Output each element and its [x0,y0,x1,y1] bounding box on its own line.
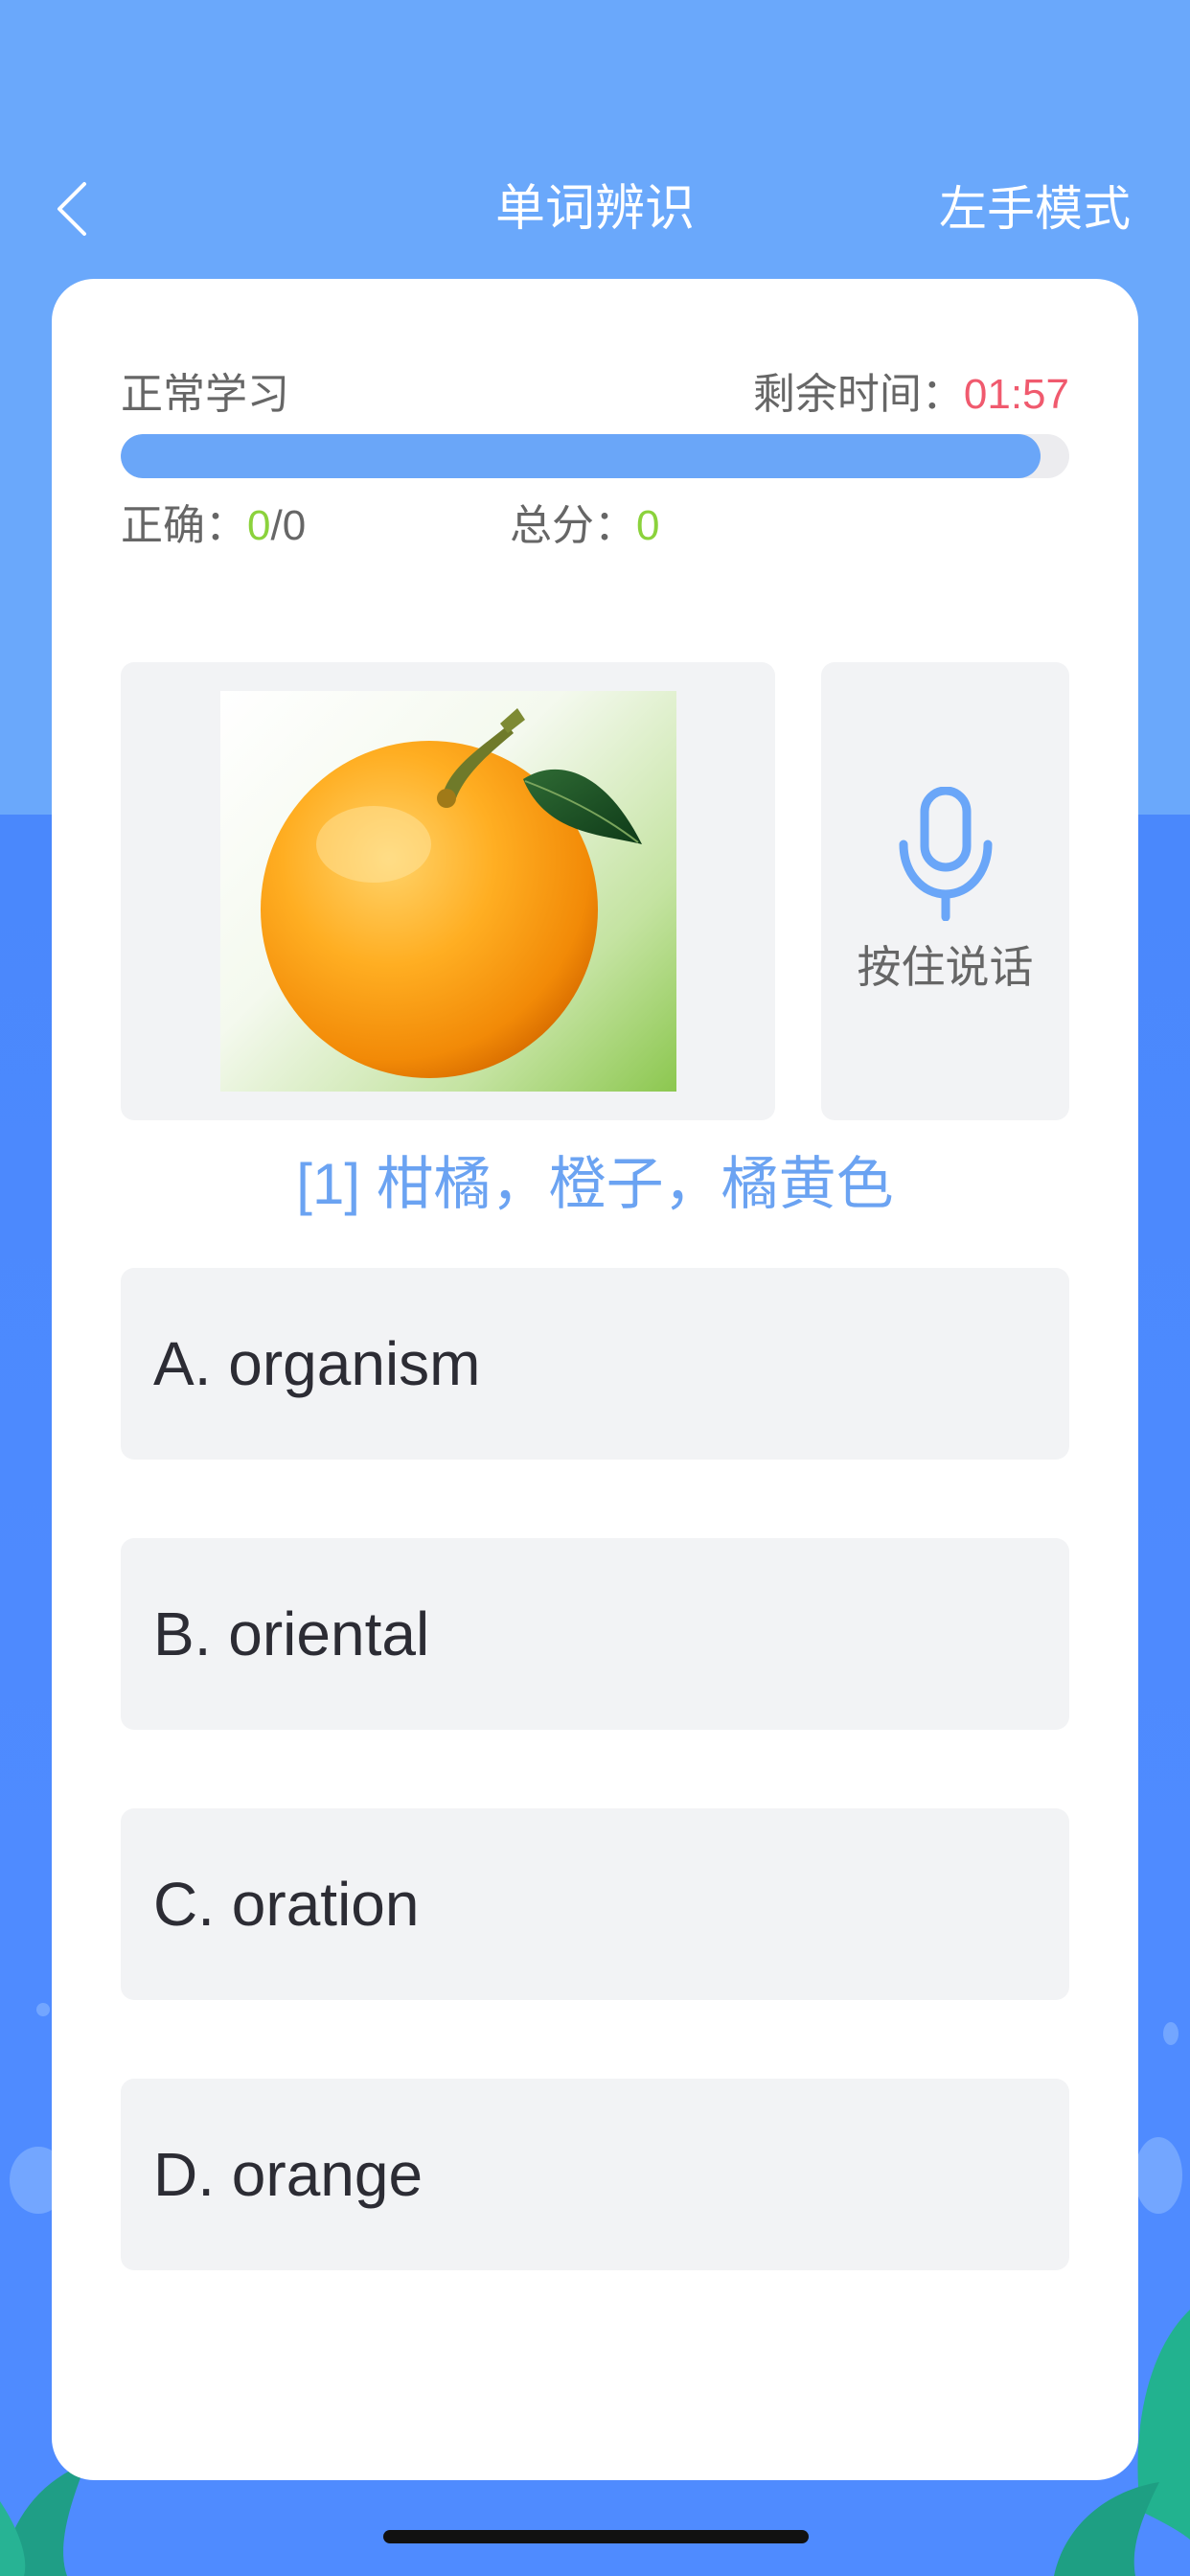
word-meaning: [1] 柑橘，橙子，橘黄色 [296,1152,894,1216]
correct-total: /0 [270,502,307,549]
microphone-icon [899,787,993,921]
option-label: C. oration [153,1870,420,1939]
study-mode-label: 正常学习 [121,371,289,418]
option-label: B. oriental [153,1599,430,1668]
correct-count: 0 [247,502,271,549]
option-label: A. organism [153,1329,481,1398]
correct-count-stat: 正确：0/0 [121,499,306,553]
correct-label: 正确： [121,502,247,549]
left-hand-mode-button[interactable]: 左手模式 [939,180,1131,238]
option-d[interactable]: D. orange [121,2079,1069,2270]
orange-image [220,691,676,1092]
decor-bubble [1134,2137,1182,2214]
option-c[interactable]: C. oration [121,1808,1069,2000]
option-label: D. orange [153,2140,423,2209]
remaining-time: 剩余时间：01:57 [753,370,1069,420]
time-progress-bar [121,434,1069,478]
word-image-panel [121,662,775,1120]
option-b[interactable]: B. oriental [121,1538,1069,1730]
time-progress-fill [121,434,1041,478]
timer-value: 01:57 [963,371,1069,418]
score-label: 总分： [510,502,636,549]
total-score-stat: 总分：0 [510,499,659,553]
home-indicator [383,2530,809,2543]
decor-bubble [1163,2022,1179,2045]
quiz-card: 正常学习 剩余时间：01:57 正确：0/0 总分：0 按住说话 [1] 柑橘，… [52,279,1138,2480]
hold-to-speak-label: 按住说话 [857,942,1034,992]
score-value: 0 [636,502,660,549]
decor-bubble [36,2003,50,2016]
timer-label: 剩余时间： [752,371,964,418]
hold-to-speak-button[interactable]: 按住说话 [821,662,1069,1120]
option-a[interactable]: A. organism [121,1268,1069,1460]
